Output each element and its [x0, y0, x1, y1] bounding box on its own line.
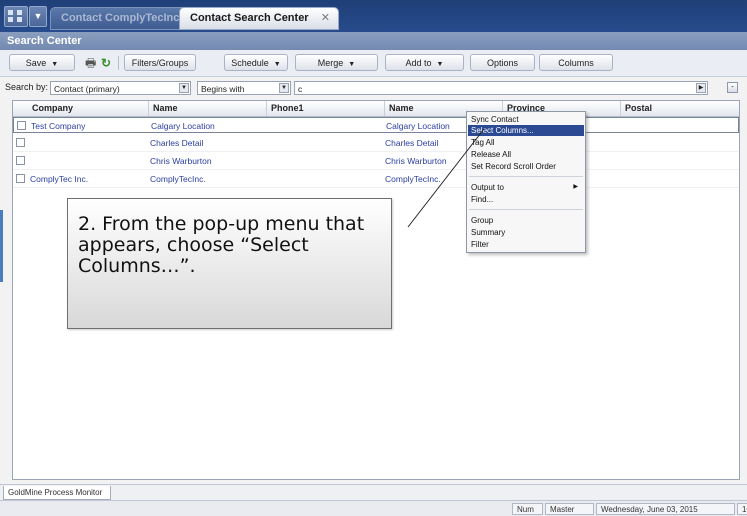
column-header-postal[interactable]: Postal [625, 102, 652, 115]
search-operator-value: Begins with [201, 84, 245, 94]
menu-item-tag-all[interactable]: Tag All [468, 137, 584, 148]
table-row[interactable]: Charles Detail Charles Detail [13, 135, 739, 152]
bottom-tab-bar: GoldMine Process Monitor [0, 484, 747, 501]
add-to-button[interactable]: Add to ▼ [385, 54, 464, 71]
search-by-label: Search by: [5, 82, 49, 92]
context-menu: Sync Contact Select Columns... Tag All R… [466, 111, 586, 253]
column-divider [266, 101, 267, 116]
menu-item-group[interactable]: Group [468, 215, 584, 226]
print-icon[interactable]: 🖶 [85, 56, 96, 70]
collapse-button[interactable]: - [727, 82, 738, 93]
cell-name: Charles Detail [150, 138, 204, 148]
row-checkbox[interactable] [16, 156, 25, 165]
options-button[interactable]: Options [470, 54, 535, 71]
menu-item-sync-contact[interactable]: Sync Contact [468, 114, 584, 125]
refresh-icon[interactable]: ↻ [101, 56, 111, 70]
column-header-name-2[interactable]: Name [389, 102, 414, 115]
cell-name: Calgary Location [151, 121, 215, 131]
menu-item-filter[interactable]: Filter [468, 239, 584, 250]
columns-button-label: Columns [558, 58, 594, 68]
columns-button[interactable]: Columns [539, 54, 613, 71]
search-bar: Search by: Contact (primary) ▼ Begins wi… [0, 77, 747, 99]
save-button-label: Save [25, 58, 47, 68]
cell-name-2: Chris Warburton [385, 156, 447, 166]
cell-name-2: ComplyTecInc. [385, 174, 441, 184]
cell-company: Test Company [31, 121, 86, 131]
tab-label: Contact Search Center [190, 12, 309, 24]
row-checkbox[interactable] [16, 174, 25, 183]
schedule-button[interactable]: Schedule ▼ [224, 54, 288, 71]
merge-button[interactable]: Merge ▼ [295, 54, 378, 71]
add-to-button-label: Add to [405, 58, 432, 68]
cell-company: ComplyTec Inc. [30, 174, 89, 184]
tab-contact-search-center[interactable]: Contact Search Center ✕ [179, 7, 339, 30]
chevron-down-icon: ▼ [51, 61, 59, 68]
chevron-down-icon: ▼ [436, 61, 444, 68]
menu-item-set-record-scroll-order[interactable]: Set Record Scroll Order [468, 161, 584, 172]
status-user: Master [545, 503, 594, 515]
row-checkbox[interactable] [17, 121, 26, 130]
app-window: ▼ Contact ComplyTecInc. Contact Search C… [0, 0, 747, 516]
search-field-select[interactable]: Contact (primary) ▼ [50, 81, 191, 95]
search-field-value: Contact (primary) [54, 84, 120, 94]
tab-contact-complytec[interactable]: Contact ComplyTecInc. [50, 7, 190, 30]
tab-bar: ▼ Contact ComplyTecInc. Contact Search C… [0, 0, 747, 32]
column-header-name[interactable]: Name [153, 102, 178, 115]
filters-groups-button[interactable]: Filters/Groups [124, 54, 196, 71]
chevron-down-icon: ▼ [348, 61, 356, 68]
status-num: Num [512, 503, 543, 515]
table-row[interactable]: Chris Warburton Chris Warburton [13, 153, 739, 170]
search-input[interactable]: c ▶ [294, 81, 708, 95]
cell-name-2: Charles Detail [385, 138, 439, 148]
cell-name-2: Calgary Location [386, 121, 450, 131]
column-header-company[interactable]: Company [32, 102, 73, 115]
left-edge-marker [0, 210, 3, 282]
menu-item-output-to-label: Output to [471, 183, 504, 192]
cell-name: Chris Warburton [150, 156, 212, 166]
instruction-callout: 2. From the pop-up menu that appears, ch… [67, 198, 392, 329]
grid-header: Company Name Phone1 Name Province Postal [13, 101, 739, 117]
table-row[interactable]: Test Company Calgary Location Calgary Lo… [13, 117, 739, 133]
menu-item-release-all[interactable]: Release All [468, 149, 584, 160]
tab-label: Contact ComplyTecInc. [61, 12, 183, 24]
save-button[interactable]: Save ▼ [9, 54, 75, 71]
play-icon[interactable]: ▶ [696, 83, 706, 93]
table-row[interactable]: ComplyTec Inc. ComplyTecInc. ComplyTecIn… [13, 171, 739, 188]
chevron-down-icon[interactable]: ▼ [179, 83, 189, 93]
close-icon[interactable]: ✕ [321, 8, 330, 29]
toolbar: Save ▼ 🖶 ↻ Filters/Groups Schedule ▼ Merge… [0, 50, 747, 77]
filters-button-label: Filters/Groups [131, 58, 189, 68]
chevron-down-icon[interactable]: ▼ [279, 83, 289, 93]
app-menu-icon[interactable] [4, 6, 28, 27]
schedule-button-label: Schedule [231, 58, 269, 68]
search-query-value: c [298, 84, 303, 94]
instruction-text: 2. From the pop-up menu that appears, ch… [78, 213, 365, 277]
status-time: 10:45 am [737, 503, 747, 515]
cell-name: ComplyTecInc. [150, 174, 206, 184]
column-divider [384, 101, 385, 116]
status-bar: Num Master Wednesday, June 03, 2015 10:4… [0, 500, 747, 516]
chevron-right-icon: ▶ [573, 184, 578, 190]
merge-button-label: Merge [317, 58, 344, 68]
menu-item-select-columns[interactable]: Select Columns... [468, 125, 584, 136]
column-header-phone1[interactable]: Phone1 [271, 102, 304, 115]
menu-item-summary[interactable]: Summary [468, 227, 584, 238]
menu-divider [469, 209, 583, 210]
menu-item-output-to[interactable]: Output to ▶ [468, 182, 584, 193]
tab-process-monitor[interactable]: GoldMine Process Monitor [3, 486, 111, 500]
chevron-down-icon: ▼ [273, 61, 281, 68]
menu-divider [469, 176, 583, 177]
search-operator-select[interactable]: Begins with ▼ [197, 81, 291, 95]
status-date: Wednesday, June 03, 2015 [596, 503, 735, 515]
toolbar-divider [118, 56, 119, 70]
window-title: Search Center [0, 32, 747, 50]
row-checkbox[interactable] [16, 138, 25, 147]
column-divider [620, 101, 621, 116]
column-divider [148, 101, 149, 116]
menu-item-find[interactable]: Find... [468, 194, 584, 205]
app-dropdown-icon[interactable]: ▼ [29, 6, 47, 27]
options-button-label: Options [486, 58, 519, 68]
